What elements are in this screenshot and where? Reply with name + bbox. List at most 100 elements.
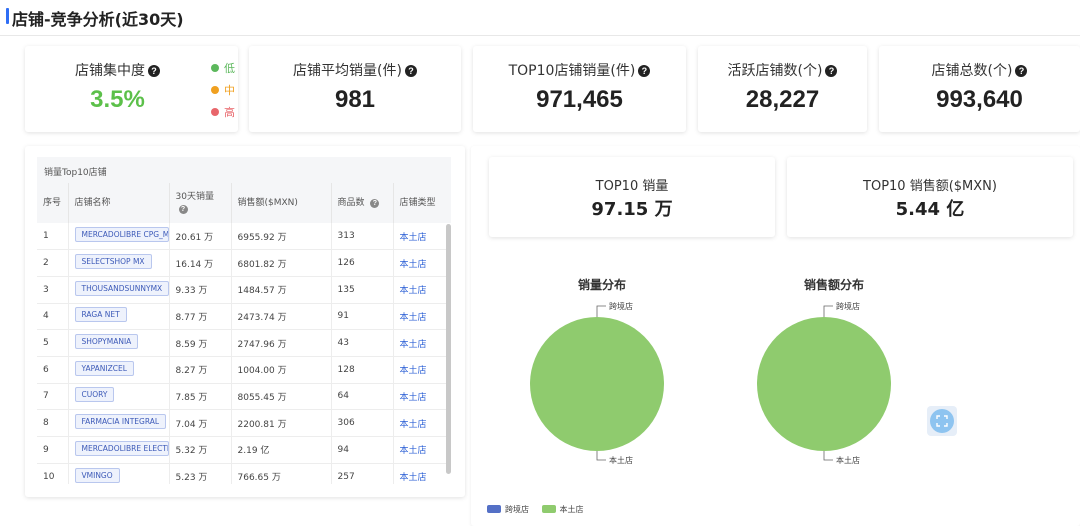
shop-name-tag[interactable]: YAPANIZCEL bbox=[74, 360, 134, 376]
header-text: 销售额($MXN) bbox=[237, 198, 298, 208]
stat-card-active-shops: 活跃店铺数(个)? 28,227 bbox=[698, 46, 867, 132]
help-icon[interactable]: ? bbox=[638, 65, 651, 77]
cell-text: 94 bbox=[337, 444, 349, 455]
table-row[interactable]: 10 VMINGO 5.23 万 766.65 万 257 本土店 bbox=[37, 463, 451, 484]
shop-type-link[interactable]: 本土店 bbox=[400, 366, 427, 376]
table-cell: 2 bbox=[37, 249, 69, 277]
table-row[interactable]: 6 YAPANIZCEL 8.27 万 1004.00 万 128 本土店 bbox=[37, 356, 451, 384]
shop-type-link[interactable]: 本土店 bbox=[400, 286, 427, 296]
cell-text: 10 bbox=[43, 471, 55, 482]
shop-name-tag[interactable]: VMINGO bbox=[74, 467, 120, 483]
shop-name-tag[interactable]: MERCADOLIBRE CPG_MX bbox=[74, 227, 168, 243]
cell-text: 2.19 亿 bbox=[237, 446, 270, 457]
shop-type-link[interactable]: 本土店 bbox=[400, 313, 427, 323]
cell-text: 6 bbox=[43, 364, 49, 375]
pie-chart-revenue[interactable] bbox=[747, 296, 907, 471]
pie-slice-local[interactable] bbox=[530, 317, 664, 451]
table-row[interactable]: 9 MERCADOLIBRE ELECTRONICA 5.32 万 2.19 亿 94 本… bbox=[37, 436, 451, 464]
table-row[interactable]: 3 THOUSANDSUNNYMX 9.33 万 1484.57 万 135 本土店 bbox=[37, 276, 451, 304]
legend-item-local[interactable]: 本土店 bbox=[541, 505, 584, 514]
header-text: 30天销量 bbox=[175, 192, 214, 202]
stat-value-concentration: 3.5% bbox=[90, 86, 145, 113]
table-cell: 1484.57 万 bbox=[231, 276, 332, 304]
expand-button[interactable] bbox=[927, 406, 957, 436]
shop-name-tag[interactable]: RAGA NET bbox=[74, 307, 127, 323]
cell-shop-name: VMINGO bbox=[68, 463, 170, 484]
cell-text: 5.23 万 bbox=[175, 473, 208, 484]
shop-name-tag[interactable]: FARMACIA INTEGRAL bbox=[74, 414, 167, 430]
shop-name-tag[interactable]: MERCADOLIBRE ELECTRONICA bbox=[74, 440, 168, 456]
table-cell: 8055.45 万 bbox=[231, 383, 332, 411]
table-row[interactable]: 4 RAGA NET 8.77 万 2473.74 万 91 本土店 bbox=[37, 303, 451, 331]
help-icon[interactable]: ? bbox=[404, 65, 417, 77]
table-cell: 16.14 万 bbox=[169, 249, 232, 277]
shop-type-link[interactable]: 本土店 bbox=[400, 233, 427, 243]
table-scrollbar[interactable] bbox=[446, 224, 451, 474]
help-icon[interactable]: ? bbox=[148, 65, 160, 77]
stat-value: 993,640 bbox=[936, 86, 1023, 113]
help-icon[interactable]: ? bbox=[825, 65, 838, 77]
legend-swatch bbox=[541, 505, 556, 513]
pie-label-cross-border: 跨境店 bbox=[836, 302, 860, 311]
stat-card-avg-sales: 店铺平均销量(件)? 981 bbox=[249, 46, 461, 132]
cell-shop-type: 本土店 bbox=[393, 463, 451, 484]
level-low: 低 bbox=[211, 60, 235, 76]
shop-type-link[interactable]: 本土店 bbox=[400, 260, 427, 270]
help-icon[interactable]: ? bbox=[370, 199, 380, 208]
table-cell: 8 bbox=[37, 409, 69, 437]
low-dot-icon bbox=[211, 64, 219, 72]
table-cell: 9.33 万 bbox=[169, 276, 232, 304]
shop-name-tag[interactable]: SELECTSHOP MX bbox=[74, 254, 152, 270]
pie-chart-sales[interactable] bbox=[520, 296, 680, 471]
cell-shop-type: 本土店 bbox=[393, 276, 451, 304]
level-mid: 中 bbox=[211, 82, 235, 98]
cell-shop-type: 本土店 bbox=[393, 329, 451, 357]
shop-type-link[interactable]: 本土店 bbox=[400, 473, 427, 483]
table-cell: 1 bbox=[37, 223, 69, 251]
shop-type-link[interactable]: 本土店 bbox=[400, 420, 427, 430]
table-cell: 126 bbox=[331, 249, 394, 277]
pie-slice-local[interactable] bbox=[757, 317, 891, 451]
fullscreen-icon bbox=[936, 415, 948, 427]
col-header-shop[interactable]: 店铺名称 bbox=[68, 183, 170, 223]
table-row[interactable]: 5 SHOPYMANIA 8.59 万 2747.96 万 43 本土店 bbox=[37, 329, 451, 357]
shop-name-tag[interactable]: CUORY bbox=[74, 387, 115, 403]
shop-name-tag[interactable]: THOUSANDSUNNYMX bbox=[74, 280, 168, 296]
stat-label: 店铺集中度 bbox=[75, 63, 145, 79]
shop-name-tag[interactable]: SHOPYMANIA bbox=[74, 334, 139, 350]
cell-text: 4 bbox=[43, 311, 49, 322]
table-header-row: 序号 店铺名称 30天销量? 销售额($MXN) 商品数 ? 店铺类型 bbox=[37, 183, 451, 223]
table-row[interactable]: 7 CUORY 7.85 万 8055.45 万 64 本土店 bbox=[37, 383, 451, 411]
legend-item-cross-border[interactable]: 跨境店 bbox=[487, 505, 529, 514]
pie-title-sales: 销量分布 bbox=[578, 278, 627, 292]
cell-text: 9 bbox=[43, 444, 49, 455]
pie-label-local: 本土店 bbox=[836, 456, 860, 465]
col-header-products[interactable]: 商品数 ? bbox=[331, 183, 394, 223]
cell-text: 306 bbox=[337, 418, 355, 429]
col-header-rank[interactable]: 序号 bbox=[37, 183, 69, 223]
stat-label: 店铺平均销量(件) bbox=[293, 63, 402, 79]
table-row[interactable]: 8 FARMACIA INTEGRAL 7.04 万 2200.81 万 306 本土店 bbox=[37, 409, 451, 437]
col-header-revenue[interactable]: 销售额($MXN) bbox=[231, 183, 332, 223]
shop-type-link[interactable]: 本土店 bbox=[400, 446, 427, 456]
cell-shop-type: 本土店 bbox=[393, 223, 451, 251]
legend-label: 跨境店 bbox=[505, 505, 529, 514]
cell-shop-name: RAGA NET bbox=[68, 303, 170, 331]
help-icon[interactable]: ? bbox=[178, 205, 188, 214]
help-icon[interactable]: ? bbox=[1015, 65, 1028, 77]
cell-text: 126 bbox=[337, 258, 355, 269]
page-title: 店铺-竞争分析(近30天) bbox=[12, 10, 184, 29]
level-label: 高 bbox=[224, 106, 235, 119]
cell-text: 1 bbox=[43, 231, 49, 242]
table-cell: 2473.74 万 bbox=[231, 303, 332, 331]
table-cell: 2200.81 万 bbox=[231, 409, 332, 437]
table-row[interactable]: 2 SELECTSHOP MX 16.14 万 6801.82 万 126 本土店 bbox=[37, 249, 451, 277]
shop-type-link[interactable]: 本土店 bbox=[400, 393, 427, 403]
shop-type-link[interactable]: 本土店 bbox=[400, 340, 427, 350]
cell-text: 7.04 万 bbox=[175, 419, 208, 430]
col-header-type[interactable]: 店铺类型 bbox=[393, 183, 451, 223]
cell-text: 91 bbox=[337, 311, 349, 322]
cell-shop-type: 本土店 bbox=[393, 409, 451, 437]
col-header-sales[interactable]: 30天销量? bbox=[169, 183, 232, 223]
table-row[interactable]: 1 MERCADOLIBRE CPG_MX 20.61 万 6955.92 万 313 本… bbox=[37, 223, 451, 251]
